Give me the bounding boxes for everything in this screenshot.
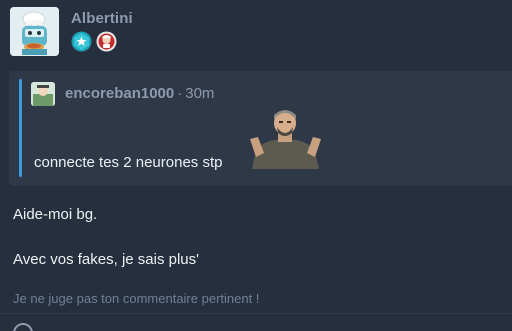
quote-accent-bar — [19, 79, 22, 177]
mascot-chef-avatar-icon — [10, 7, 59, 56]
action-icon[interactable] — [13, 323, 33, 331]
message-text-line1: Aide-moi bg. — [13, 206, 98, 223]
author-name[interactable]: Albertini — [71, 10, 133, 27]
quote-separator: · — [177, 85, 183, 102]
character-badge-icon — [96, 31, 117, 52]
quoted-text: connecte tes 2 neurones stp — [34, 154, 223, 171]
quote-timestamp[interactable]: 30m — [185, 85, 214, 102]
quoted-username[interactable]: encoreban1000 — [65, 85, 174, 102]
star-badge-icon — [71, 31, 92, 52]
user-signature: Je ne juge pas ton commentaire pertinent… — [13, 291, 260, 306]
post-divider — [0, 313, 512, 314]
author-badges — [71, 31, 117, 52]
quote-header: encoreban1000 · 30m — [65, 85, 214, 102]
quoted-avatar-icon — [31, 82, 55, 106]
bearded-man-sticker-icon — [250, 110, 321, 169]
author-avatar[interactable] — [10, 7, 59, 56]
quoted-user-avatar[interactable] — [31, 82, 55, 106]
message-text-line2: Avec vos fakes, je sais plus' — [13, 251, 200, 268]
quoted-message: encoreban1000 · 30m connecte tes 2 neurone… — [9, 71, 512, 186]
